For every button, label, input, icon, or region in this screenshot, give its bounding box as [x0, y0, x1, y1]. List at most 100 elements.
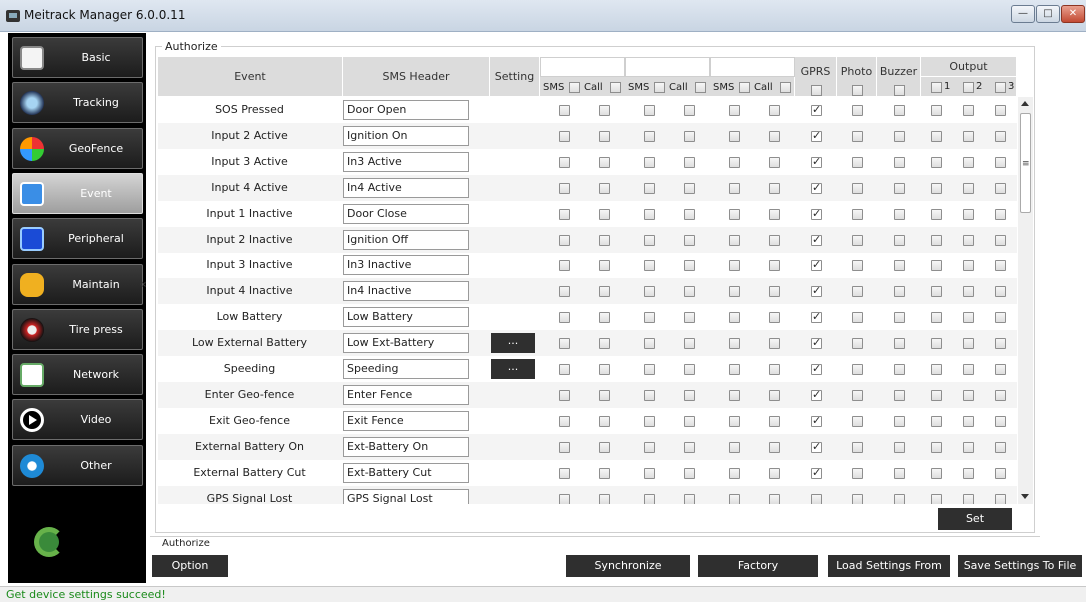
output3-checkbox[interactable]	[995, 441, 1006, 453]
output2-checkbox[interactable]	[963, 312, 974, 324]
call2-checkbox[interactable]	[684, 493, 695, 504]
call1-checkbox[interactable]	[599, 260, 610, 272]
option-button[interactable]: Option	[152, 555, 228, 577]
sms-header-input[interactable]: Ext-Battery On	[343, 436, 469, 457]
gprs-all-checkbox[interactable]	[811, 85, 822, 96]
sms-header-input[interactable]: In4 Active	[343, 177, 469, 198]
gprs-checkbox[interactable]	[811, 103, 822, 116]
call1-checkbox[interactable]	[599, 130, 610, 142]
output1-checkbox[interactable]	[931, 130, 942, 142]
sms1-checkbox[interactable]	[559, 286, 570, 298]
call3-checkbox[interactable]	[769, 234, 780, 246]
sms2-checkbox[interactable]	[644, 182, 655, 194]
sms-header-input[interactable]: In3 Inactive	[343, 255, 469, 276]
sms-header-input[interactable]: GPS Signal Lost	[343, 488, 469, 504]
buzzer-checkbox[interactable]	[894, 234, 905, 246]
output-1-all-checkbox[interactable]	[931, 82, 942, 93]
buzzer-checkbox[interactable]	[894, 493, 905, 504]
sms2-checkbox[interactable]	[644, 364, 655, 375]
table-scrollbar[interactable]: ≡	[1018, 97, 1033, 504]
sms1-checkbox[interactable]	[559, 312, 570, 324]
output3-checkbox[interactable]	[995, 338, 1006, 350]
sidebar-item-video[interactable]: Video	[12, 399, 143, 441]
call-all-checkbox-1[interactable]	[610, 82, 621, 93]
collapse-sidebar-button[interactable]: «	[139, 277, 149, 291]
sms3-checkbox[interactable]	[729, 441, 740, 453]
call2-checkbox[interactable]	[684, 441, 695, 453]
sms-header-input[interactable]: In3 Active	[343, 151, 469, 172]
output1-checkbox[interactable]	[931, 493, 942, 504]
sms3-checkbox[interactable]	[729, 364, 740, 375]
output-3-all-checkbox[interactable]	[995, 82, 1006, 93]
output2-checkbox[interactable]	[963, 130, 974, 142]
sms3-checkbox[interactable]	[729, 415, 740, 427]
minimize-button[interactable]: —	[1011, 5, 1035, 23]
output3-checkbox[interactable]	[995, 467, 1006, 479]
output2-checkbox[interactable]	[963, 208, 974, 220]
sms2-checkbox[interactable]	[644, 156, 655, 168]
sms1-checkbox[interactable]	[559, 338, 570, 350]
photo-checkbox[interactable]	[852, 130, 863, 142]
sms3-checkbox[interactable]	[729, 182, 740, 194]
sms-header-input[interactable]: Enter Fence	[343, 384, 469, 405]
output3-checkbox[interactable]	[995, 156, 1006, 168]
output3-checkbox[interactable]	[995, 493, 1006, 504]
call2-checkbox[interactable]	[684, 286, 695, 298]
buzzer-checkbox[interactable]	[894, 105, 905, 116]
sms2-checkbox[interactable]	[644, 286, 655, 298]
maximize-button[interactable]: □	[1036, 5, 1060, 23]
output1-checkbox[interactable]	[931, 182, 942, 194]
call2-checkbox[interactable]	[684, 389, 695, 401]
photo-checkbox[interactable]	[852, 338, 863, 350]
sidebar-item-peripheral[interactable]: Peripheral	[12, 218, 143, 260]
call1-checkbox[interactable]	[599, 441, 610, 453]
sms-header-input[interactable]: Exit Fence	[343, 410, 469, 431]
sms-header-input[interactable]: Door Open	[343, 100, 469, 120]
sms3-checkbox[interactable]	[729, 286, 740, 298]
call2-checkbox[interactable]	[684, 260, 695, 272]
output2-checkbox[interactable]	[963, 234, 974, 246]
output1-checkbox[interactable]	[931, 441, 942, 453]
call2-checkbox[interactable]	[684, 467, 695, 479]
gprs-checkbox[interactable]	[811, 414, 822, 427]
event-setting-button[interactable]: ...	[491, 333, 535, 354]
synchronize-parameters-button[interactable]: Synchronize Parameters	[566, 555, 690, 594]
load-settings-button[interactable]: Load Settings From File	[828, 555, 950, 594]
set-button[interactable]: Set	[938, 508, 1012, 530]
sms3-checkbox[interactable]	[729, 156, 740, 168]
call3-checkbox[interactable]	[769, 260, 780, 272]
call1-checkbox[interactable]	[599, 467, 610, 479]
sms-header-input[interactable]: Low Ext-Battery	[343, 333, 469, 354]
gprs-checkbox[interactable]	[811, 388, 822, 401]
sms1-checkbox[interactable]	[559, 441, 570, 453]
sms1-checkbox[interactable]	[559, 389, 570, 401]
phone-number-1[interactable]	[540, 57, 625, 77]
call3-checkbox[interactable]	[769, 130, 780, 142]
sms-all-checkbox-1[interactable]	[569, 82, 580, 93]
sms-header-input[interactable]: Door Close	[343, 203, 469, 224]
output2-checkbox[interactable]	[963, 364, 974, 375]
photo-checkbox[interactable]	[852, 156, 863, 168]
call1-checkbox[interactable]	[599, 312, 610, 324]
call2-checkbox[interactable]	[684, 234, 695, 246]
photo-checkbox[interactable]	[852, 467, 863, 479]
output2-checkbox[interactable]	[963, 338, 974, 350]
gprs-checkbox[interactable]	[811, 440, 822, 453]
sms2-checkbox[interactable]	[644, 208, 655, 220]
output3-checkbox[interactable]	[995, 105, 1006, 116]
output1-checkbox[interactable]	[931, 286, 942, 298]
sms-header-input[interactable]: Ignition On	[343, 125, 469, 146]
sms1-checkbox[interactable]	[559, 364, 570, 375]
output1-checkbox[interactable]	[931, 208, 942, 220]
call2-checkbox[interactable]	[684, 182, 695, 194]
output1-checkbox[interactable]	[931, 156, 942, 168]
sms3-checkbox[interactable]	[729, 493, 740, 504]
sms2-checkbox[interactable]	[644, 130, 655, 142]
sms1-checkbox[interactable]	[559, 156, 570, 168]
phone-number-3[interactable]	[710, 57, 795, 77]
photo-checkbox[interactable]	[852, 312, 863, 324]
output1-checkbox[interactable]	[931, 364, 942, 375]
sms1-checkbox[interactable]	[559, 493, 570, 504]
call3-checkbox[interactable]	[769, 389, 780, 401]
sidebar-item-tracking[interactable]: Tracking	[12, 82, 143, 124]
